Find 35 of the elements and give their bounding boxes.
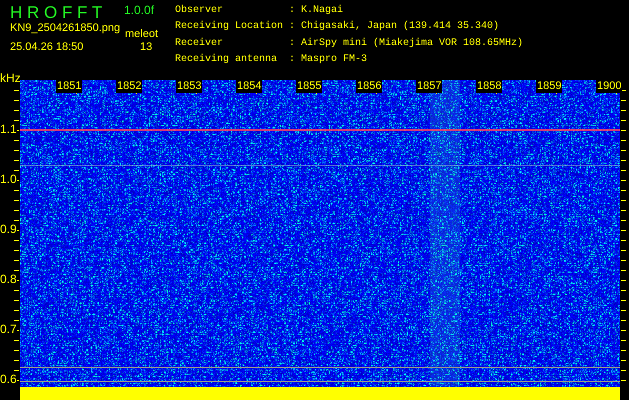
time-axis-label: 1852 — [116, 80, 142, 93]
version-label: 1.0.0f — [124, 4, 154, 16]
field-value: Chigasaki, Japan (139.414 35.340) — [301, 21, 500, 34]
time-axis-label: 1859 — [536, 80, 562, 93]
time-axis-label: 1900 — [596, 80, 622, 93]
datetime-label: 25.04.26 18:50 — [10, 42, 84, 53]
field-label: Observer — [175, 5, 224, 18]
time-axis-label: 1851 — [56, 80, 82, 93]
time-axis-label: 1854 — [236, 80, 262, 93]
frequency-axis-label: 1.1 — [0, 123, 17, 135]
frequency-axis-label: 0.6 — [0, 373, 17, 385]
field-label: Receiving Location — [175, 21, 284, 34]
time-axis-label: 1858 — [476, 80, 502, 93]
field-label: Receiving antenna — [175, 54, 278, 67]
time-axis-label: 1853 — [176, 80, 202, 93]
app-title: H R O F F T — [10, 4, 102, 21]
field-separator: : — [289, 5, 296, 18]
frequency-axis-label: 0.7 — [0, 323, 17, 335]
time-axis-label: 1855 — [296, 80, 322, 93]
frequency-axis-label: 0.8 — [0, 273, 17, 285]
time-axis-label: 1856 — [356, 80, 382, 93]
field-separator: : — [289, 54, 296, 67]
field-value: Maspro FM-3 — [301, 54, 368, 67]
field-separator: : — [289, 21, 296, 34]
frequency-axis-label: 1.0 — [0, 173, 17, 185]
field-value: AirSpy mini (Miakejima VOR 108.65MHz) — [301, 38, 524, 50]
time-axis-label: 1857 — [416, 80, 442, 93]
mode-label: meleot — [125, 29, 158, 40]
frequency-axis-label: 0.9 — [0, 223, 17, 235]
axis-unit-label: kHz — [0, 72, 21, 84]
filename-label: KN9_2504261850.png — [10, 23, 120, 34]
field-label: Receiver — [175, 38, 224, 50]
count-label: 13 — [140, 42, 152, 53]
field-separator: : — [289, 38, 296, 50]
field-value: K.Nagai — [301, 5, 344, 18]
